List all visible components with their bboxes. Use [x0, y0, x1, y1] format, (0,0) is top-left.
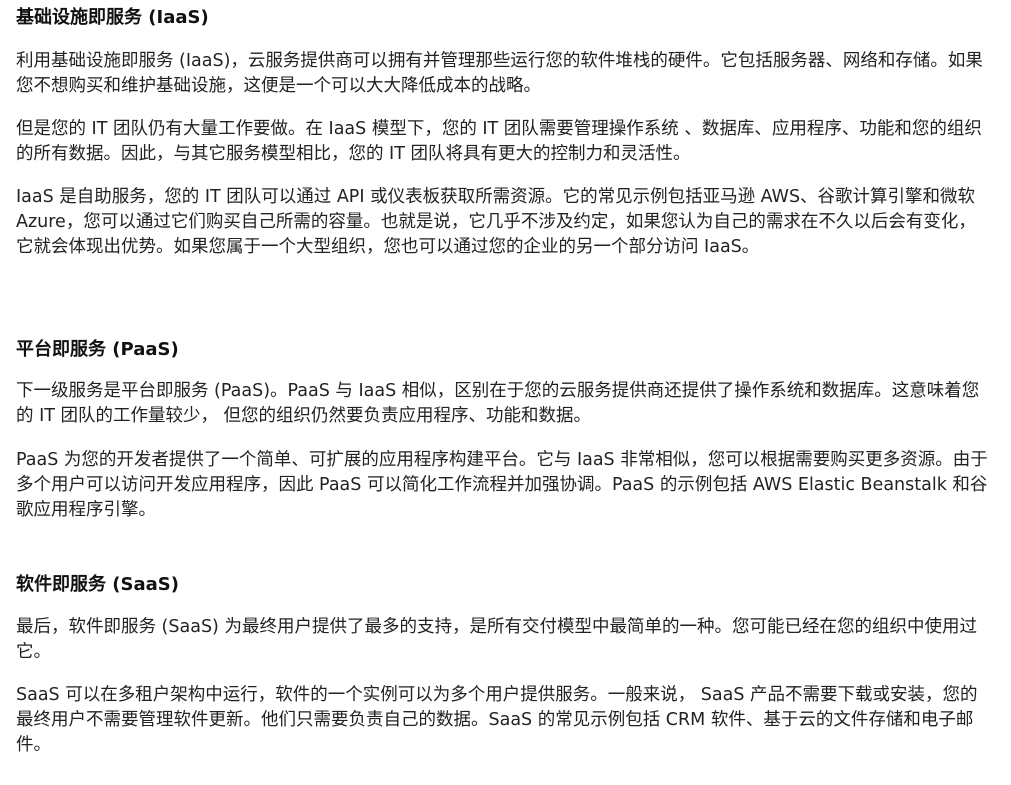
section-title-iaas: 基础设施即服务 (IaaS) — [16, 7, 209, 28]
paragraph-saas-1: 最后，软件即服务 (SaaS) 为最终用户提供了最多的支持，是所有交付模型中最简… — [16, 617, 977, 662]
section-title-saas: 软件即服务 (SaaS) — [16, 574, 179, 595]
paragraph-iaas-2: 但是您的 IT 团队仍有大量工作要做。在 IaaS 模型下，您的 IT 团队需要… — [16, 119, 982, 164]
paragraph-paas-1: 下一级服务是平台即服务 (PaaS)。PaaS 与 IaaS 相似，区别在于您的… — [16, 381, 980, 426]
section-title-paas: 平台即服务 (PaaS) — [16, 339, 179, 360]
paragraph-saas-2: SaaS 可以在多租户架构中运行，软件的一个实例可以为多个用户提供服务。一般来说… — [16, 685, 978, 755]
paragraph-iaas-3: IaaS 是自助服务，您的 IT 团队可以通过 API 或仪表板获取所需资源。它… — [16, 187, 976, 257]
paragraph-iaas-1: 利用基础设施即服务 (IaaS)，云服务提供商可以拥有并管理那些运行您的软件堆栈… — [16, 51, 983, 96]
paragraph-paas-2: PaaS 为您的开发者提供了一个简单、可扩展的应用程序构建平台。它与 IaaS … — [16, 450, 988, 520]
